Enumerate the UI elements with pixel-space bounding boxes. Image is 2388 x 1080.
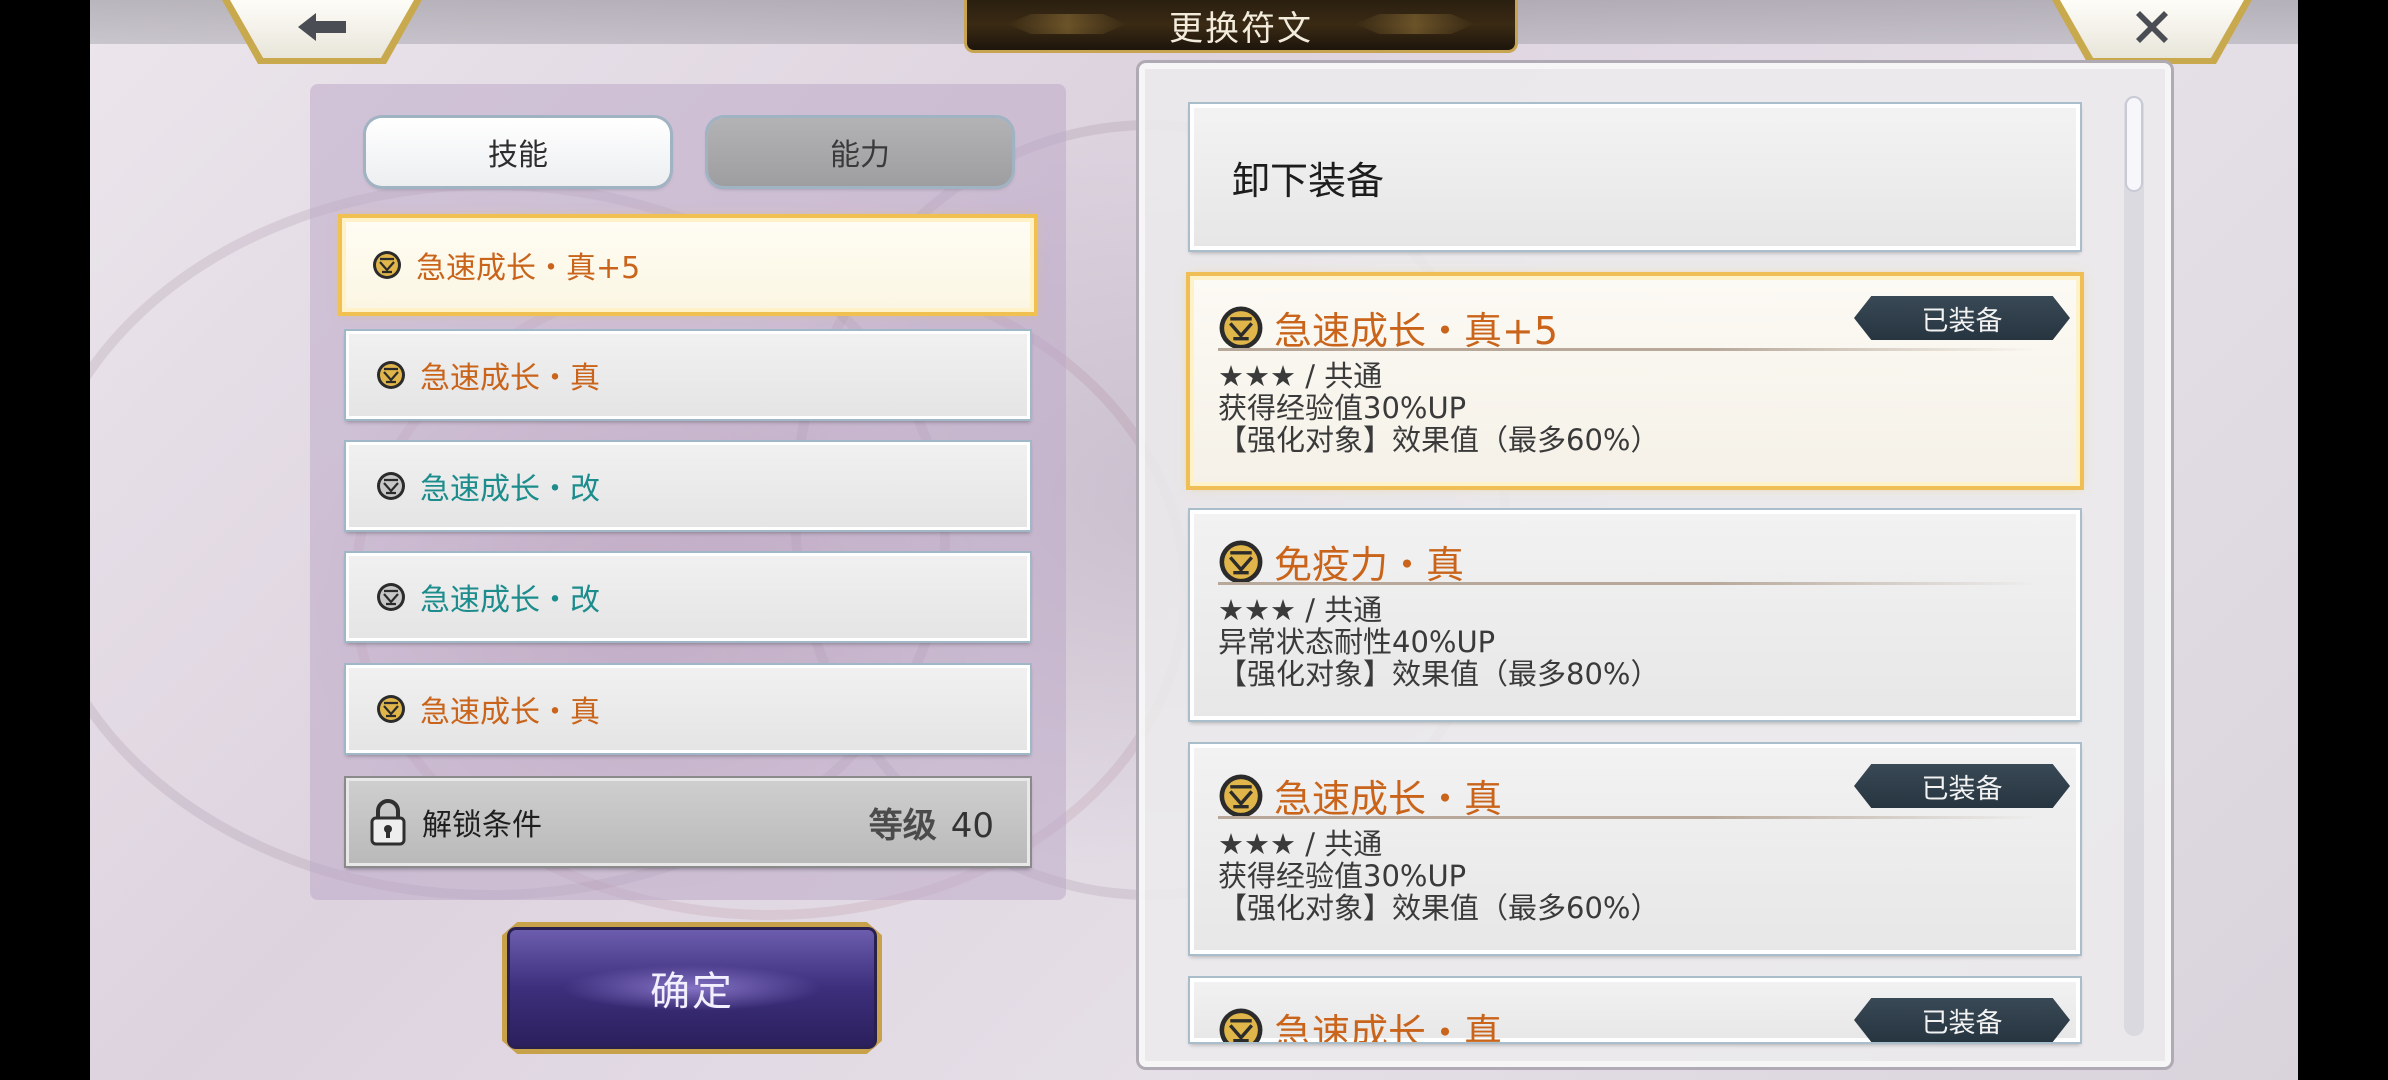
rune-effect: 获得经验值30%UP — [1218, 391, 1467, 425]
rune-slot-name: 急速成长・真 — [420, 695, 600, 730]
rune-card[interactable]: 急速成长・真 已装备 — [1190, 978, 2080, 1042]
page-title: 更换符文 — [1169, 8, 1313, 49]
unequip-button[interactable]: 卸下装备 — [1190, 104, 2080, 250]
rune-card[interactable]: 免疫力・真 ★★★ / 共通 异常状态耐性40%UP 【强化对象】效果值（最多8… — [1190, 510, 2080, 720]
equipped-badge: 已装备 — [1854, 998, 2070, 1042]
rune-slot-name: 急速成长・真+5 — [416, 251, 641, 286]
rune-card-name: 急速成长・真 — [1274, 777, 1503, 821]
scrollbar-thumb[interactable] — [2127, 98, 2141, 190]
tab-ability[interactable]: 能力 — [708, 118, 1012, 186]
rune-slot[interactable]: 急速成长・改 — [346, 442, 1030, 530]
tab-skill[interactable]: 技能 — [366, 118, 670, 186]
rune-rarity: ★★★ / 共通 — [1218, 827, 1383, 861]
rune-rarity: ★★★ / 共通 — [1218, 359, 1383, 393]
level-label: 等级 — [868, 805, 937, 846]
rune-slot[interactable]: 急速成长・真 — [346, 331, 1030, 419]
divider — [1218, 348, 2038, 351]
rune-gold-icon — [377, 695, 405, 723]
rune-effect: 异常状态耐性40%UP — [1218, 625, 1496, 659]
page-title-plate: 更换符文 — [964, 0, 1518, 53]
equipped-badge: 已装备 — [1854, 296, 2070, 340]
close-icon — [2136, 11, 2168, 43]
rune-slot-name: 急速成长・改 — [420, 472, 600, 507]
rune-gold-icon — [1219, 774, 1263, 817]
rune-card-name: 急速成长・真 — [1274, 1011, 1503, 1042]
title-ornament — [1007, 14, 1127, 34]
lock-icon — [370, 799, 406, 846]
rune-card-header: 急速成长・真 — [1218, 768, 1502, 823]
rune-silver-icon — [377, 472, 405, 500]
rune-slot-name: 急速成长・真 — [420, 361, 600, 396]
rune-enhance: 【强化对象】效果值（最多60%） — [1218, 891, 1660, 925]
rune-gold-icon — [373, 251, 401, 279]
unequip-label: 卸下装备 — [1232, 158, 1385, 203]
rune-silver-icon — [377, 583, 405, 611]
rune-slot-name: 急速成长・改 — [420, 583, 600, 618]
rune-card[interactable]: 急速成长・真 已装备 ★★★ / 共通 获得经验值30%UP 【强化对象】效果值… — [1190, 744, 2080, 954]
title-ornament — [1355, 14, 1475, 34]
rune-gold-icon — [1219, 1008, 1263, 1042]
rune-card-header: 免疫力・真 — [1218, 534, 1464, 589]
rune-card-header: 急速成长・真+5 — [1218, 300, 1558, 355]
tab-ability-label: 能力 — [830, 138, 890, 173]
rune-slot[interactable]: 急速成长・真 — [346, 665, 1030, 753]
rune-enhance: 【强化对象】效果值（最多80%） — [1218, 657, 1660, 691]
arrow-left-icon — [298, 13, 346, 41]
rune-slot[interactable]: 急速成长・改 — [346, 553, 1030, 641]
confirm-button[interactable]: 确定 — [502, 922, 882, 1054]
tab-skill-label: 技能 — [488, 138, 548, 173]
rune-card[interactable]: 急速成长・真+5 已装备 ★★★ / 共通 获得经验值30%UP 【强化对象】效… — [1190, 276, 2080, 486]
rune-slot[interactable]: 急速成长・真+5 — [342, 218, 1034, 312]
rune-enhance: 【强化对象】效果值（最多60%） — [1218, 423, 1660, 457]
rune-card-header: 急速成长・真 — [1218, 1002, 1502, 1042]
rune-rarity: ★★★ / 共通 — [1218, 593, 1383, 627]
rune-gold-icon — [377, 361, 405, 389]
confirm-label: 确定 — [650, 969, 734, 1015]
rune-gold-icon — [1219, 306, 1263, 349]
unlock-condition-label: 解锁条件 — [422, 808, 542, 843]
unlock-level: 等级 40 — [869, 798, 994, 847]
divider — [1218, 582, 2038, 585]
divider — [1218, 816, 2038, 819]
level-value: 40 — [950, 805, 994, 846]
locked-slot: 解锁条件 等级 40 — [346, 778, 1030, 866]
rune-card-name: 急速成长・真+5 — [1274, 309, 1559, 353]
equipped-badge: 已装备 — [1854, 764, 2070, 808]
rune-gold-icon — [1219, 540, 1263, 583]
scrollbar-track[interactable] — [2124, 96, 2144, 1036]
rune-card-name: 免疫力・真 — [1274, 543, 1465, 587]
rune-effect: 获得经验值30%UP — [1218, 859, 1467, 893]
